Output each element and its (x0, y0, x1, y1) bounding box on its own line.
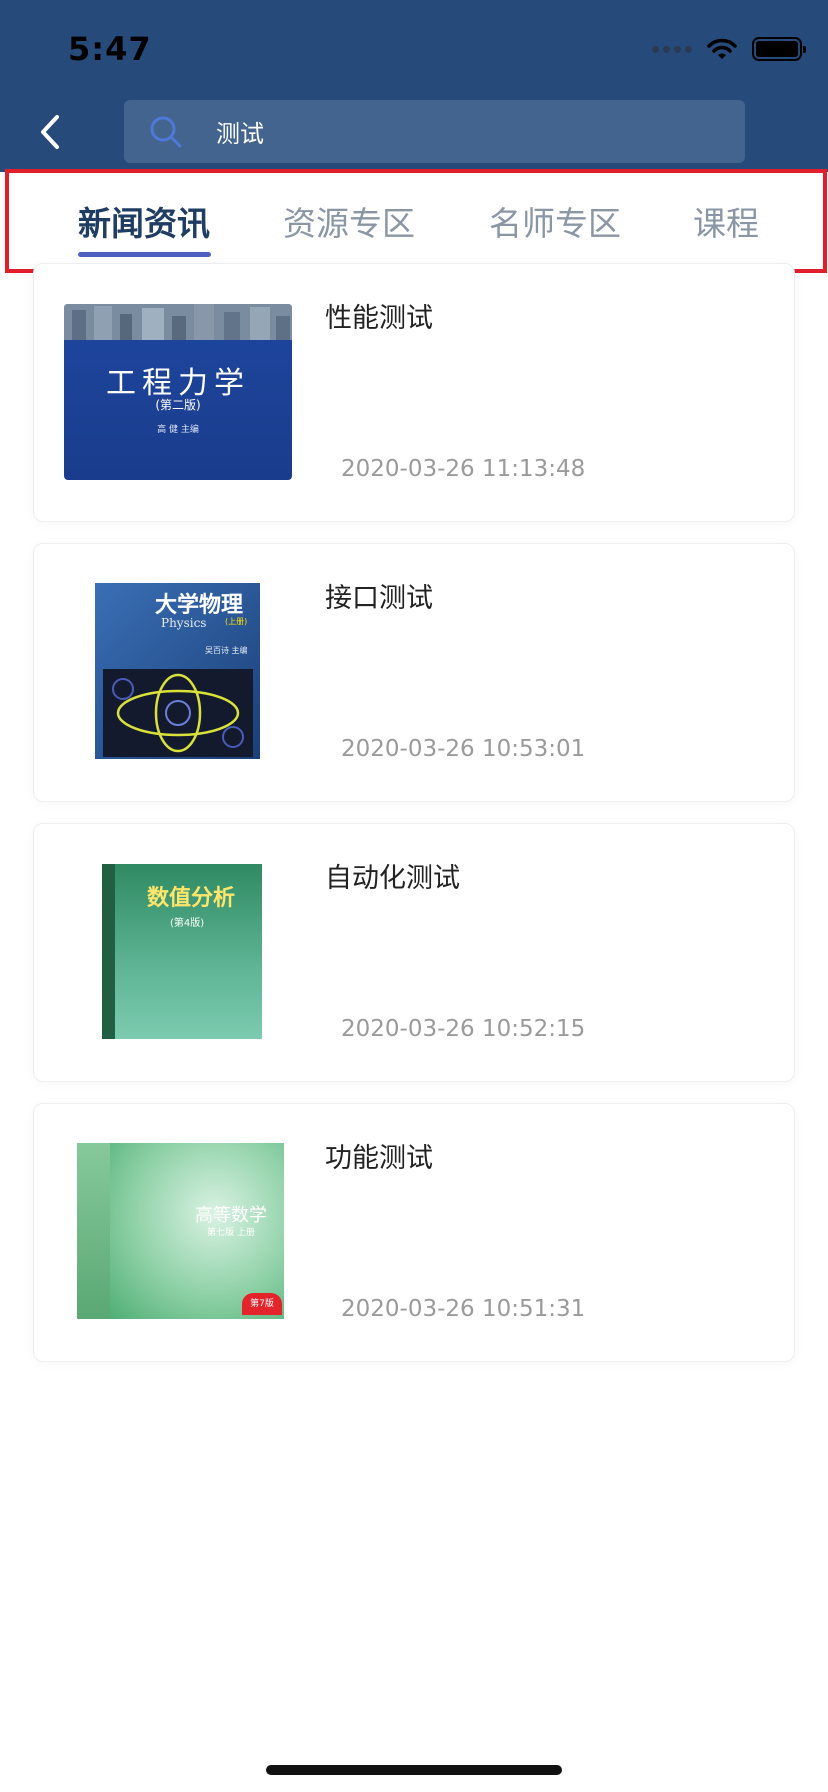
cover-author: 吴百诗 主编 (205, 646, 248, 655)
cover-edition: (第二版) (155, 398, 201, 412)
tab-courses[interactable]: 课程 (693, 197, 759, 245)
book-cover-image: 数值分析 (第4版) (102, 864, 262, 1039)
cover-edition: (上册) (225, 617, 248, 626)
list-item[interactable]: 工程力学 (第二版) 高 健 主编 性能测试 2020-03-26 11:13:… (33, 263, 795, 522)
book-cover-image: 高等数学 第七版 上册 第7版 (77, 1143, 284, 1319)
chevron-left-icon (41, 115, 59, 149)
active-tab-indicator (78, 252, 211, 257)
cover-title: 高等数学 (195, 1205, 267, 1226)
category-tabs: 新闻资讯 资源专区 名师专区 课程 (5, 169, 827, 273)
cover-subtitle: Physics (161, 616, 207, 630)
search-icon (146, 112, 186, 152)
book-cover-image: 工程力学 (第二版) 高 健 主编 (64, 304, 292, 480)
cover-author: 高 健 主编 (157, 425, 199, 435)
list-item[interactable]: 数值分析 (第4版) 自动化测试 2020-03-26 10:52:15 (33, 823, 795, 1082)
wifi-icon (707, 38, 737, 59)
list-item[interactable]: 大学物理 Physics (上册) 吴百诗 主编 接口测试 2020-03-26… (33, 543, 795, 802)
search-query: 测试 (216, 120, 264, 148)
article-title: 接口测试 (325, 583, 433, 614)
article-timestamp: 2020-03-26 10:53:01 (341, 736, 586, 762)
tab-teachers[interactable]: 名师专区 (489, 197, 621, 245)
status-time: 5:47 (68, 30, 152, 68)
home-indicator[interactable] (266, 1765, 562, 1775)
book-spine (102, 864, 115, 1039)
search-input[interactable]: 测试 (124, 100, 745, 163)
article-title: 自动化测试 (325, 863, 460, 894)
header-bar: 5:47 测试 (0, 0, 828, 172)
cover-edition: 第七版 上册 (207, 1228, 255, 1238)
book-spine (77, 1143, 110, 1319)
edition-badge: 第7版 (242, 1293, 282, 1315)
tab-news[interactable]: 新闻资讯 (78, 197, 210, 245)
back-button[interactable] (30, 110, 70, 154)
list-item[interactable]: 高等数学 第七版 上册 第7版 功能测试 2020-03-26 10:51:31 (33, 1103, 795, 1362)
tab-resources[interactable]: 资源专区 (283, 197, 415, 245)
article-timestamp: 2020-03-26 10:52:15 (341, 1016, 586, 1042)
book-cover-image: 大学物理 Physics (上册) 吴百诗 主编 (95, 583, 260, 759)
status-icons (652, 34, 806, 64)
cover-title: 数值分析 (147, 885, 236, 911)
battery-icon (752, 37, 806, 61)
cover-title: 大学物理 (155, 592, 244, 618)
article-timestamp: 2020-03-26 11:13:48 (341, 456, 586, 482)
article-title: 性能测试 (325, 303, 433, 334)
article-timestamp: 2020-03-26 10:51:31 (341, 1296, 586, 1322)
article-title: 功能测试 (325, 1143, 433, 1174)
cover-edition: (第4版) (170, 918, 205, 929)
physics-art (103, 669, 253, 757)
signal-icon (652, 45, 692, 53)
